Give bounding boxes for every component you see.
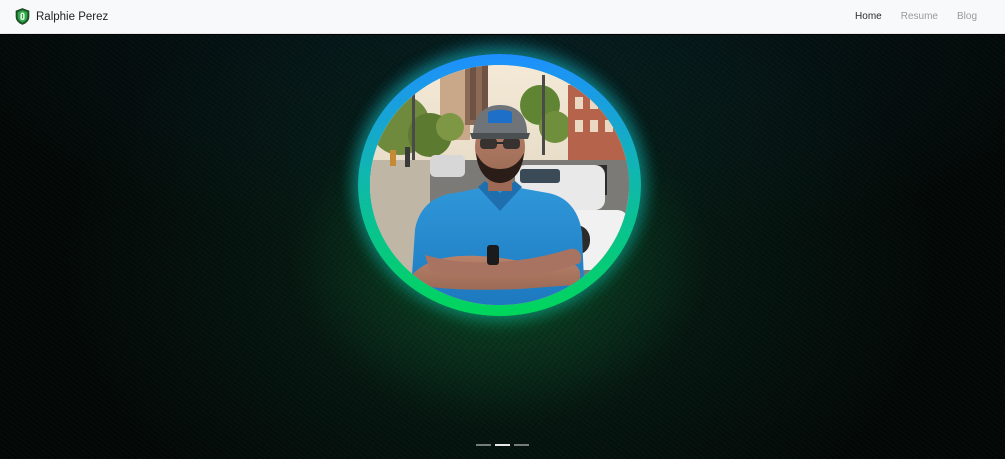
carousel-indicator-3[interactable] xyxy=(514,444,529,446)
nav-link-blog[interactable]: Blog xyxy=(957,11,977,22)
hero-carousel xyxy=(0,35,1005,459)
nav-links: Home Resume Blog xyxy=(855,11,977,22)
shield-icon xyxy=(15,8,30,25)
carousel-indicators xyxy=(476,444,529,446)
brand[interactable]: Ralphie Perez xyxy=(15,8,108,25)
nav-link-resume[interactable]: Resume xyxy=(901,11,938,22)
profile-photo xyxy=(370,65,629,305)
profile-ring xyxy=(358,54,641,316)
nav-link-home[interactable]: Home xyxy=(855,11,882,22)
carousel-indicator-1[interactable] xyxy=(476,444,491,446)
brand-name: Ralphie Perez xyxy=(36,10,109,23)
top-navbar: Ralphie Perez Home Resume Blog xyxy=(0,0,1005,34)
carousel-indicator-2[interactable] xyxy=(495,444,510,446)
